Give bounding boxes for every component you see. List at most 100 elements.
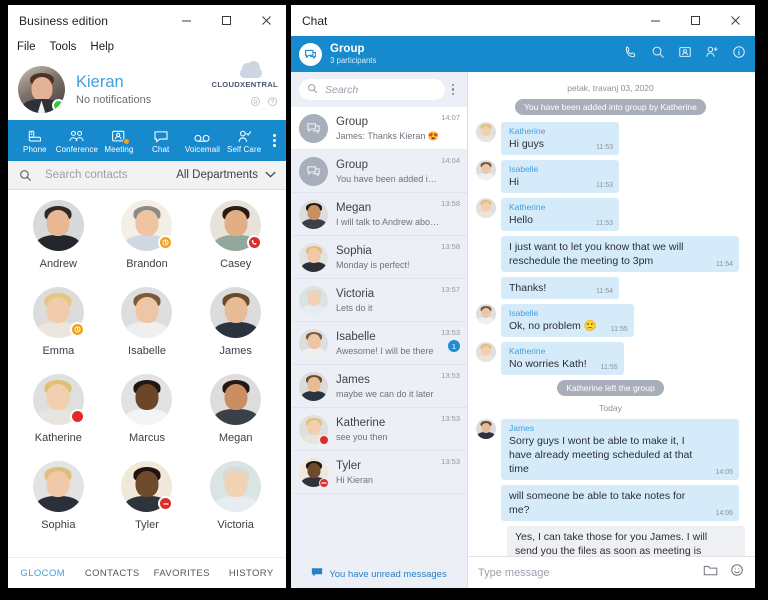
contact-card[interactable]: Emma — [32, 287, 85, 374]
conversation-list-item[interactable]: Sophia Monday is perfect! 13:58 — [291, 236, 467, 279]
nav-item-chat[interactable]: Chat — [140, 127, 182, 154]
maximize-icon[interactable] — [675, 5, 715, 36]
avatar[interactable] — [121, 200, 174, 251]
left-window-title: Business edition — [19, 13, 108, 28]
minimize-icon[interactable] — [166, 5, 206, 36]
conversation-search-input[interactable]: Search — [299, 79, 445, 100]
avatar[interactable] — [210, 287, 262, 338]
nav-item-conference[interactable]: Conference — [56, 127, 98, 154]
message-row: will someone be able to take notes for m… — [476, 485, 745, 521]
tab-contacts[interactable]: CONTACTS — [78, 568, 148, 579]
avatar — [299, 242, 328, 272]
department-filter-dropdown[interactable]: All Departments — [176, 169, 276, 181]
tab-history[interactable]: HISTORY — [217, 568, 287, 579]
nav-item-voicemail[interactable]: Voicemail — [182, 127, 224, 154]
avatar[interactable] — [210, 200, 263, 251]
contact-card[interactable]: Sophia — [32, 461, 84, 548]
contact-name: Megan — [218, 432, 253, 444]
contact-card[interactable]: Katherine — [32, 374, 85, 461]
avatar[interactable] — [121, 374, 173, 425]
tab-favorites[interactable]: FAVORITES — [147, 568, 217, 579]
avatar[interactable] — [210, 374, 262, 425]
message-row: I just want to let you know that we will… — [476, 236, 745, 272]
message-bubble: Isabelle Hi 11:53 — [501, 160, 619, 193]
message-bubble: Katherine Hello 11:53 — [501, 198, 619, 231]
menu-item-tools[interactable]: Tools — [50, 41, 77, 53]
conference-icon — [68, 127, 85, 144]
help-icon[interactable] — [267, 94, 278, 112]
tab-glocom[interactable]: GLOCOM — [8, 568, 78, 579]
call-icon[interactable] — [624, 45, 638, 64]
avatar-spacer — [476, 236, 496, 256]
avatar[interactable] — [32, 374, 85, 425]
conversation-list-item[interactable]: Katherine see you then 13:53 — [291, 408, 467, 451]
right-window-title: Chat — [302, 13, 328, 28]
contact-card[interactable]: Casey — [210, 200, 263, 287]
conversation-preview: Lets do it — [336, 303, 373, 313]
attach-folder-icon[interactable] — [703, 564, 718, 582]
avatar[interactable] — [210, 461, 262, 512]
message-row: Isabelle Hi 11:53 — [476, 160, 745, 193]
maximize-icon[interactable] — [206, 5, 246, 36]
kebab-menu-icon[interactable] — [445, 83, 461, 96]
conversation-list-item[interactable]: James maybe we can do it later 13:53 — [291, 365, 467, 408]
right-window-controls — [635, 5, 755, 36]
menu-item-help[interactable]: Help — [90, 41, 114, 53]
message-bubble: I just want to let you know that we will… — [501, 236, 739, 272]
message-pane: petak, travanj 03, 2020 You have been add… — [468, 72, 755, 588]
status-badge-dnd — [69, 409, 85, 424]
conversation-preview: see you then — [336, 432, 388, 442]
conversation-list-item[interactable]: Megan I will talk to Andrew about it 13:58 — [291, 193, 467, 236]
close-icon[interactable] — [246, 5, 286, 36]
avatar[interactable] — [18, 65, 65, 113]
conversation-list-item[interactable]: Group You have been added into grou...14:… — [291, 150, 467, 193]
search-icon — [307, 81, 318, 99]
nav-item-phone[interactable]: Phone — [14, 127, 56, 154]
message-bubble: will someone be able to take notes for m… — [501, 485, 739, 521]
contact-card[interactable]: Brandon — [121, 200, 174, 287]
nav-item-meeting[interactable]: Meeting — [98, 127, 140, 154]
contact-card[interactable]: Tyler — [121, 461, 174, 548]
contact-card[interactable]: James — [210, 287, 262, 374]
close-icon[interactable] — [715, 5, 755, 36]
message-input[interactable]: Type message — [478, 567, 550, 579]
group-avatar-icon — [299, 156, 328, 186]
conversation-preview: James: Thanks Kieran 😍 — [336, 130, 440, 141]
contact-card[interactable]: Megan — [210, 374, 262, 461]
menu-item-file[interactable]: File — [17, 41, 36, 53]
conversation-list-item[interactable]: Victoria Lets do it 13:57 — [291, 279, 467, 322]
avatar[interactable] — [32, 200, 84, 251]
avatar — [299, 371, 328, 401]
status-badge-away — [69, 322, 85, 337]
gear-icon[interactable] — [250, 94, 261, 112]
add-participant-icon[interactable] — [705, 45, 719, 64]
contact-card[interactable]: Andrew — [32, 200, 84, 287]
emoji-icon[interactable] — [730, 563, 744, 582]
nav-overflow-menu-icon[interactable] — [265, 134, 283, 147]
search-icon[interactable] — [651, 45, 665, 64]
avatar[interactable] — [121, 461, 174, 512]
chat-bubble-icon — [311, 567, 323, 581]
contact-card[interactable]: Isabelle — [121, 287, 173, 374]
avatar[interactable] — [32, 461, 84, 512]
info-icon[interactable] — [732, 45, 746, 64]
nav-label: Meeting — [104, 145, 134, 154]
contact-card[interactable]: Victoria — [210, 461, 262, 548]
avatar — [476, 419, 496, 439]
search-contacts-input[interactable]: Search contacts — [45, 169, 127, 181]
unread-messages-banner[interactable]: You have unread messages — [291, 560, 467, 588]
right-title-bar: Chat — [291, 5, 755, 36]
contact-name: Sophia — [41, 519, 76, 531]
nav-item-self-care[interactable]: Self Care — [223, 127, 265, 154]
contact-card[interactable]: Marcus — [121, 374, 173, 461]
avatar[interactable] — [121, 287, 173, 338]
conversation-list-item[interactable]: Tyler Hi Kieran 13:53 — [291, 451, 467, 494]
message-row: Katherine No worries Kath! 11:55 — [476, 342, 745, 375]
brand-text: CLOUDXENTRAL — [211, 80, 278, 89]
conversation-list-item[interactable]: Isabelle Awesome! I will be there 13:53 1 — [291, 322, 467, 365]
avatar[interactable] — [32, 287, 85, 338]
conversation-list-item[interactable]: Group James: Thanks Kieran 😍 14:07 — [291, 107, 467, 150]
message-row: Thanks! 11:54 — [476, 277, 745, 299]
minimize-icon[interactable] — [635, 5, 675, 36]
contact-card-icon[interactable] — [678, 45, 692, 64]
